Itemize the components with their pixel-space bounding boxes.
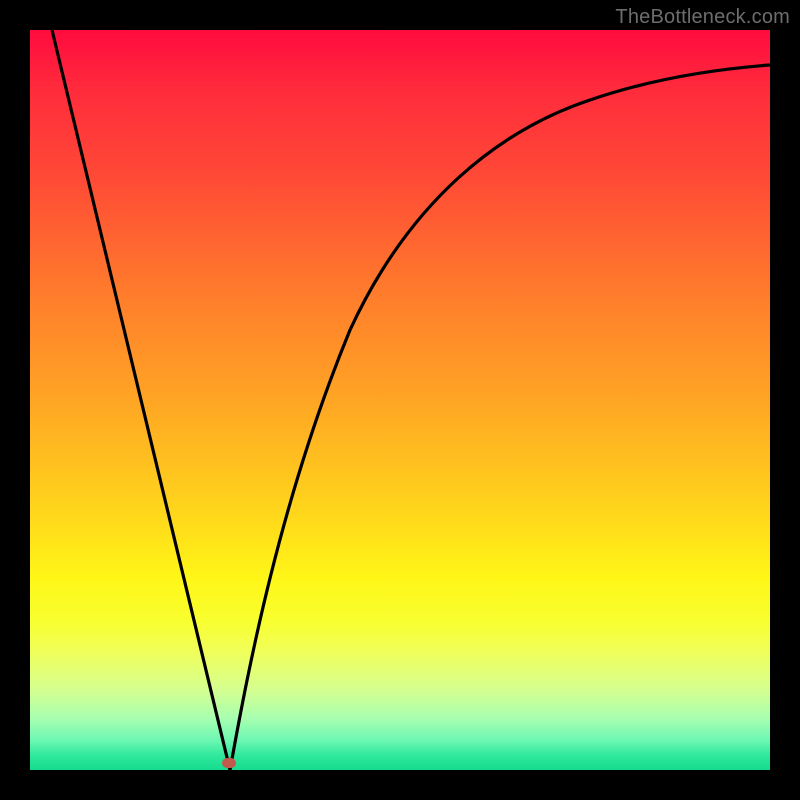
attribution-text: TheBottleneck.com [615, 6, 790, 29]
minimum-marker [222, 758, 236, 768]
chart-frame: TheBottleneck.com [0, 0, 800, 800]
curve-left-segment [52, 30, 230, 770]
curve-right-segment [230, 65, 770, 770]
plot-area [30, 30, 770, 770]
bottleneck-curve [30, 30, 770, 770]
